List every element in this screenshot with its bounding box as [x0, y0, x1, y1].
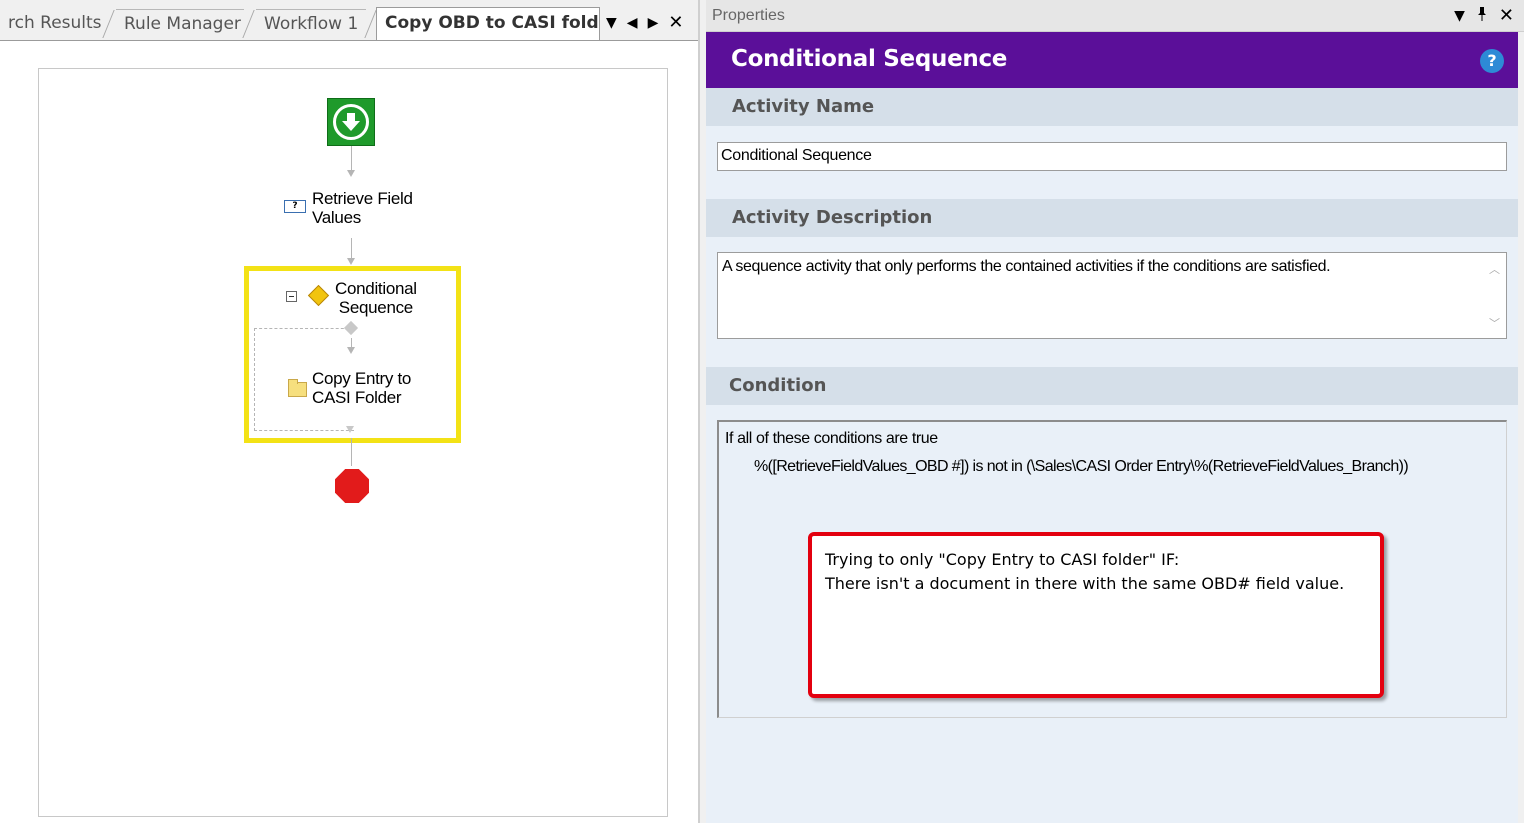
condition-rule[interactable]: %([RetrieveFieldValues_OBD #]) is not in…	[754, 458, 1409, 476]
activity-name-section-header: Activity Name	[706, 88, 1518, 126]
pin-icon[interactable]	[1477, 7, 1487, 25]
activity-description-section-header: Activity Description	[706, 199, 1518, 237]
condition-section-header: Condition	[706, 367, 1518, 405]
connector-line	[351, 146, 352, 172]
connector-arrow-icon	[346, 426, 354, 433]
tab-rule-manager[interactable]: Rule Manager	[116, 9, 244, 38]
activity-conditional-sequence[interactable]: Conditional Sequence	[335, 279, 417, 317]
tab-workflow-1[interactable]: Workflow 1	[256, 9, 366, 38]
properties-title: Properties	[712, 7, 785, 24]
tab-label: Workflow 1	[264, 14, 359, 34]
activity-description-textarea[interactable]: A sequence activity that only performs t…	[717, 252, 1507, 339]
annotation-text: Trying to only "Copy Entry to CASI folde…	[825, 550, 1345, 593]
collapse-icon[interactable]	[286, 291, 297, 302]
properties-header: Conditional Sequence ?	[706, 32, 1518, 88]
tab-separator	[364, 10, 377, 38]
connector-arrow-icon	[347, 347, 355, 354]
activity-description-text: A sequence activity that only performs t…	[722, 258, 1331, 275]
document-tab-strip: rch Results Rule Manager Workflow 1 Copy…	[0, 0, 700, 40]
section-label: Activity Name	[732, 96, 875, 117]
tab-separator	[242, 10, 255, 38]
retrieve-field-values-icon: ?	[284, 200, 306, 213]
tab-list-dropdown-icon[interactable]: ▼	[606, 16, 617, 30]
condition-rule-header[interactable]: If all of these conditions are true	[725, 430, 938, 448]
activity-type-title: Conditional Sequence	[731, 46, 1008, 72]
section-label: Activity Description	[732, 207, 933, 228]
properties-titlebar: Properties ▼ ✕	[706, 0, 1524, 32]
retrieve-icon-glyph: ?	[292, 201, 298, 211]
activity-copy-entry-to-casi-folder[interactable]: Copy Entry to CASI Folder	[312, 369, 411, 407]
scroll-up-icon[interactable]: ︿	[1489, 261, 1500, 277]
help-icon[interactable]: ?	[1480, 49, 1504, 73]
properties-window-controls: ▼ ✕	[1454, 7, 1514, 25]
properties-menu-icon[interactable]: ▼	[1454, 9, 1465, 23]
scroll-tabs-right-icon[interactable]: ▶	[648, 16, 659, 30]
activity-name-input[interactable]: Conditional Sequence	[717, 142, 1507, 171]
scroll-down-icon[interactable]: ﹀	[1489, 315, 1500, 331]
tab-label: rch Results	[8, 13, 102, 33]
section-label: Condition	[729, 375, 827, 396]
activity-retrieve-field-values[interactable]: Retrieve Field Values	[312, 189, 413, 227]
start-arrow-icon	[333, 104, 369, 140]
tab-separator	[102, 10, 115, 38]
properties-pane: Properties ▼ ✕ Conditional Sequence ? Ac…	[706, 0, 1524, 823]
annotation-callout: Trying to only "Copy Entry to CASI folde…	[808, 532, 1384, 698]
tab-controls: ▼ ◀ ▶ ✕	[606, 12, 683, 34]
tab-search-results[interactable]: rch Results	[0, 9, 104, 38]
close-tab-icon[interactable]: ✕	[668, 14, 683, 32]
workflow-stop-node[interactable]	[335, 469, 369, 503]
tab-copy-obd-to-casi-folder[interactable]: Copy OBD to CASI folder	[376, 7, 600, 40]
scroll-tabs-left-icon[interactable]: ◀	[627, 16, 638, 30]
workflow-start-node[interactable]	[327, 98, 375, 146]
connector-line	[351, 238, 352, 260]
description-scrollbar[interactable]: ︿ ﹀	[1484, 253, 1506, 338]
tab-label: Copy OBD to CASI folder	[385, 13, 600, 33]
copy-entry-folder-icon	[288, 379, 307, 397]
connector-arrow-icon	[347, 170, 355, 177]
connector-line	[351, 438, 352, 466]
tab-label: Rule Manager	[124, 14, 241, 34]
window-edge	[1518, 32, 1524, 823]
connector-arrow-icon	[347, 258, 355, 265]
close-properties-icon[interactable]: ✕	[1499, 7, 1514, 25]
